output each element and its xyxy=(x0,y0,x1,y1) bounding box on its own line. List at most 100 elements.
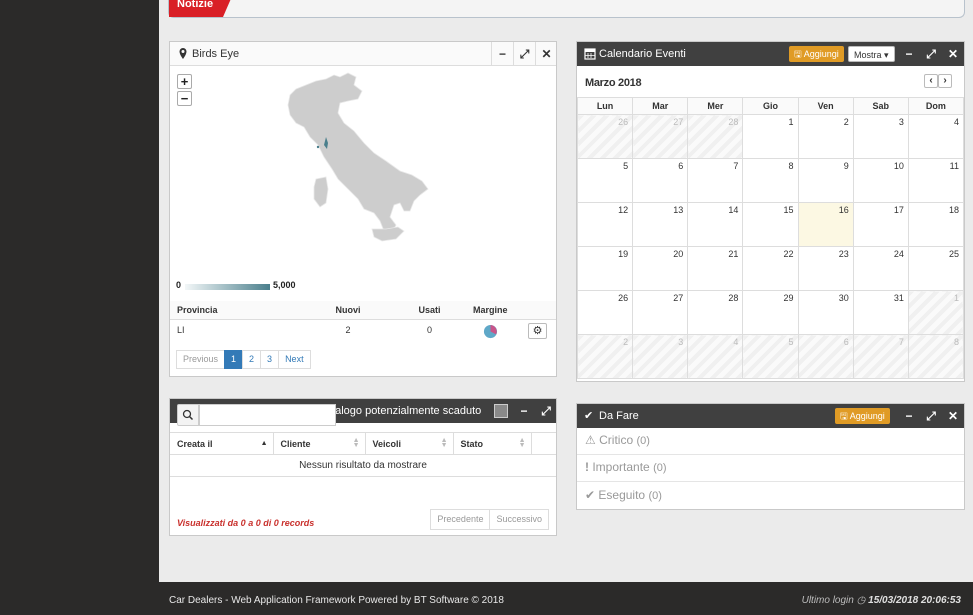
calendar-title: Calendario Eventi xyxy=(599,48,686,60)
col-usati[interactable]: Usati xyxy=(393,301,466,320)
todo-critico-label: Critico xyxy=(599,433,634,447)
calendar-day-cell[interactable]: 4 xyxy=(687,334,744,379)
col-margine[interactable]: Margine xyxy=(466,301,556,320)
todo-add-button[interactable]: 🖫 Aggiungi xyxy=(835,408,890,424)
zoom-in-button[interactable]: + xyxy=(177,74,192,89)
calendar-day-cell[interactable]: 1 xyxy=(907,290,965,335)
main-content: Notizie Birds Eye − ⤢ ✕ + − 0 5,000 Prov… xyxy=(159,0,973,582)
calendar-day-cell[interactable]: 8 xyxy=(907,334,965,379)
calendar-week-row: 12 13 14 15 16 17 18 xyxy=(576,202,965,247)
calendar-day-cell[interactable]: 18 xyxy=(907,202,965,247)
zoom-out-button[interactable]: − xyxy=(177,91,192,106)
col-provincia[interactable]: Provincia xyxy=(170,301,303,320)
calendar-day-cell[interactable]: 30 xyxy=(797,290,854,335)
calendar-day-cell[interactable]: 7 xyxy=(852,334,909,379)
close-icon[interactable]: ✕ xyxy=(942,42,964,66)
calendar-day-cell[interactable]: 21 xyxy=(687,246,744,291)
calendar-day-cell[interactable]: 23 xyxy=(797,246,854,291)
search-button[interactable] xyxy=(177,404,199,426)
calendar-day-cell[interactable]: 6 xyxy=(632,158,689,203)
todo-critico[interactable]: ⚠ Critico (0) xyxy=(585,433,650,447)
expand-icon[interactable]: ⤢ xyxy=(920,42,942,66)
sort-icon: ▲ ▼ xyxy=(352,437,360,449)
col-nuovi[interactable]: Nuovi xyxy=(303,301,393,320)
pager-previous[interactable]: Previous xyxy=(176,350,226,369)
calendar-day-cell[interactable]: 3 xyxy=(852,114,909,159)
calendar-day-cell[interactable]: 9 xyxy=(797,158,854,203)
close-icon[interactable]: ✕ xyxy=(535,42,557,66)
calendar-day-cell[interactable]: 19 xyxy=(576,246,634,291)
calendar-day-cell[interactable]: 27 xyxy=(632,114,689,159)
calendar-day-cell[interactable]: 6 xyxy=(797,334,854,379)
calendar-day-cell[interactable]: 5 xyxy=(576,158,634,203)
calendar-day-cell[interactable]: 22 xyxy=(742,246,799,291)
calendar-header: Calendario Eventi 🖫 Aggiungi Mostra ▾ − … xyxy=(577,42,964,66)
calendar-day-cell[interactable]: 28 xyxy=(687,114,744,159)
pager-next[interactable]: Next xyxy=(278,350,311,369)
calendar-day-cell[interactable]: 7 xyxy=(687,158,744,203)
calendar-day-cell[interactable]: 10 xyxy=(852,158,909,203)
calendar-prev-button[interactable]: ‹ xyxy=(924,74,938,88)
pager-page-3[interactable]: 3 xyxy=(260,350,280,369)
expand-icon[interactable]: ⤢ xyxy=(920,404,942,428)
settings-button[interactable]: ⚙ xyxy=(528,322,547,339)
birds-eye-panel: Birds Eye − ⤢ ✕ + − 0 5,000 Provincia Nu… xyxy=(169,41,557,377)
calendar-next-button[interactable]: › xyxy=(938,74,952,88)
last-login: Ultimo login ◷ 15/03/2018 20:06:53 xyxy=(802,595,961,606)
calendar-day-cell[interactable]: 8 xyxy=(742,158,799,203)
calendar-day-cell[interactable]: 13 xyxy=(632,202,689,247)
calendar-day-cell[interactable]: 14 xyxy=(687,202,744,247)
minimize-icon[interactable]: − xyxy=(491,42,513,66)
calendar-day-cell[interactable]: 26 xyxy=(576,290,634,335)
pager-precedente[interactable]: Precedente xyxy=(430,509,491,530)
calendar-day-cell[interactable]: 4 xyxy=(907,114,965,159)
calendar-day-cell[interactable]: 25 xyxy=(907,246,965,291)
calendar-day-cell[interactable]: 26 xyxy=(576,114,634,159)
minimize-icon[interactable]: − xyxy=(898,42,920,66)
news-tab[interactable]: Notizie xyxy=(169,0,234,17)
calendar-day-cell[interactable]: 15 xyxy=(742,202,799,247)
calendar-day-cell[interactable]: 2 xyxy=(797,114,854,159)
col-veicoli[interactable]: Veicoli ▲ ▼ xyxy=(365,432,454,455)
col-stato[interactable]: Stato ▲ ▼ xyxy=(453,432,532,455)
calendar-add-button[interactable]: 🖫 Aggiungi xyxy=(789,46,844,62)
col-cliente[interactable]: Cliente ▲ ▼ xyxy=(273,432,366,455)
calendar-day-cell[interactable]: 27 xyxy=(632,290,689,335)
todo-eseguito[interactable]: ✔ Eseguito (0) xyxy=(585,488,662,502)
pager-page-1[interactable]: 1 xyxy=(224,350,244,369)
vendite-table: Creata il ▲ Cliente ▲ ▼ Veicoli ▲ ▼ Stato ▲ ▼ N… xyxy=(170,432,556,477)
italy-map[interactable] xyxy=(282,71,447,259)
calendar-day-cell[interactable]: 17 xyxy=(852,202,909,247)
warning-icon: ⚠ xyxy=(585,433,596,447)
todo-importante[interactable]: ! Importante (0) xyxy=(585,460,667,474)
calendar-show-dropdown[interactable]: Mostra ▾ xyxy=(848,46,895,62)
minimize-icon[interactable]: − xyxy=(898,404,920,428)
expand-icon[interactable]: ⤢ xyxy=(513,42,535,66)
minimize-icon[interactable]: − xyxy=(513,399,535,423)
col-cliente-label: Cliente xyxy=(280,438,311,449)
pager-page-2[interactable]: 2 xyxy=(242,350,262,369)
calendar-day-cell[interactable]: 5 xyxy=(742,334,799,379)
calendar-day-cell[interactable]: 2 xyxy=(576,334,634,379)
calendar-day-cell[interactable]: 12 xyxy=(576,202,634,247)
calendar-day-cell[interactable]: 20 xyxy=(632,246,689,291)
table-row[interactable]: LI 2 0 ⚙ xyxy=(170,319,556,341)
col-creata-il[interactable]: Creata il ▲ xyxy=(170,432,274,455)
calendar-day-cell[interactable]: 1 xyxy=(742,114,799,159)
calendar-day-cell[interactable]: 3 xyxy=(632,334,689,379)
color-swatch[interactable] xyxy=(494,404,508,418)
news-bar[interactable] xyxy=(168,0,965,18)
expand-icon[interactable]: ⤢ xyxy=(535,399,557,423)
calendar-add-label: Aggiungi xyxy=(803,49,839,59)
calendar-day-cell[interactable]: 24 xyxy=(852,246,909,291)
calendar-day-cell[interactable]: 28 xyxy=(687,290,744,335)
calendar-day-cell[interactable]: 29 xyxy=(742,290,799,335)
calendar-day-cell[interactable]: 31 xyxy=(852,290,909,335)
pager-successivo[interactable]: Successivo xyxy=(489,509,549,530)
calendar-day-cell[interactable]: 16 xyxy=(797,202,854,247)
margine-pie-icon[interactable] xyxy=(483,324,498,339)
search-input[interactable] xyxy=(199,404,336,426)
close-icon[interactable]: ✕ xyxy=(942,404,964,428)
calendar-day-cell[interactable]: 11 xyxy=(907,158,965,203)
todo-header: ✔ Da Fare 🖫 Aggiungi − ⤢ ✕ xyxy=(577,404,964,428)
